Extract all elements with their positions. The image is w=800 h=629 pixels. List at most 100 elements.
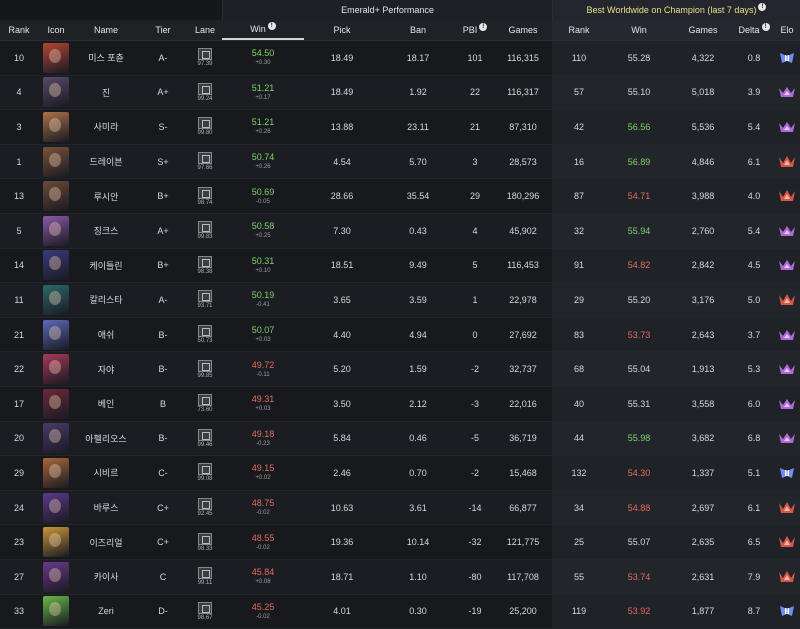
col-ww-win[interactable]: Win [606, 20, 672, 40]
col-ww-games[interactable]: Games [672, 20, 734, 40]
table-row[interactable]: 13루시안B+98.7450.69-0.0528.6635.5429180,29… [0, 179, 800, 214]
col-tier[interactable]: Tier [138, 20, 188, 40]
table-row[interactable]: 21애쉬B-50.7350.07+0.034.404.94027,6928353… [0, 318, 800, 353]
table-row[interactable]: 3사미라S-99.8051.21+0.2613.8823.112187,3104… [0, 110, 800, 145]
table-row[interactable]: 14케이틀린B+98.3850.31+0.1018.519.495116,453… [0, 249, 800, 284]
table-row[interactable]: 27카이사C99.1145.84+0.0818.711.10-80117,708… [0, 560, 800, 595]
elo-cell [774, 595, 800, 629]
table-row[interactable]: 1드레이븐S+97.6650.74+0.264.545.70328,573165… [0, 145, 800, 180]
champion-icon-cell[interactable] [38, 76, 74, 110]
champion-name-cell[interactable]: 시비르 [74, 456, 138, 490]
champion-name-cell[interactable]: 베인 [74, 387, 138, 421]
col-pbi[interactable]: PBI! [456, 20, 494, 40]
champion-icon-cell[interactable] [38, 560, 74, 594]
champion-name-cell[interactable]: 케이틀린 [74, 249, 138, 283]
champion-icon-cell[interactable] [38, 41, 74, 75]
champion-icon-cell[interactable] [38, 145, 74, 179]
champion-icon-cell[interactable] [38, 352, 74, 386]
ww-games-cell: 5,018 [672, 76, 734, 110]
table-row[interactable]: 4진A+99.2451.21+0.1718.491.9222116,317575… [0, 76, 800, 111]
champion-icon-cell[interactable] [38, 179, 74, 213]
champion-portrait-icon[interactable] [43, 458, 69, 488]
champion-name-cell[interactable]: 애쉬 [74, 318, 138, 352]
pick-cell: 18.49 [304, 76, 380, 110]
champion-portrait-icon[interactable] [43, 354, 69, 384]
champion-portrait-icon[interactable] [43, 527, 69, 557]
table-row[interactable]: 10미스 포츈A-97.3954.50+0.3018.4918.17101116… [0, 41, 800, 76]
win-cell: 50.69-0.05 [222, 179, 304, 213]
champion-icon-cell[interactable] [38, 422, 74, 456]
champion-name-cell[interactable]: 카이사 [74, 560, 138, 594]
champion-portrait-icon[interactable] [43, 77, 69, 107]
champion-name-cell[interactable]: 자야 [74, 352, 138, 386]
master-rank-icon [778, 224, 796, 238]
champion-portrait-icon[interactable] [43, 216, 69, 246]
champion-portrait-icon[interactable] [43, 250, 69, 280]
champion-name-cell[interactable]: 징크스 [74, 214, 138, 248]
champion-name-cell[interactable]: 사미라 [74, 110, 138, 144]
tier-cell: B- [138, 422, 188, 456]
pbi-cell: -2 [456, 456, 494, 490]
champion-icon-cell[interactable] [38, 318, 74, 352]
champion-portrait-icon[interactable] [43, 562, 69, 592]
table-row[interactable]: 23이즈리얼C+98.3348.55-0.0219.3610.14-32121,… [0, 525, 800, 560]
info-icon[interactable]: ! [479, 23, 487, 31]
champion-name-cell[interactable]: 아펠리오스 [74, 422, 138, 456]
champion-icon-cell[interactable] [38, 525, 74, 559]
champion-portrait-icon[interactable] [43, 43, 69, 73]
champion-icon-cell[interactable] [38, 595, 74, 629]
col-name[interactable]: Name [74, 20, 138, 40]
col-ww-rank[interactable]: Rank [552, 20, 606, 40]
champion-portrait-icon[interactable] [43, 389, 69, 419]
champion-icon-cell[interactable] [38, 387, 74, 421]
col-games[interactable]: Games [494, 20, 552, 40]
champion-icon-cell[interactable] [38, 249, 74, 283]
table-row[interactable]: 20아펠리오스B-99.4649.18-0.235.840.46-536,719… [0, 422, 800, 457]
table-row[interactable]: 22자야B-99.8549.72-0.115.201.59-232,737685… [0, 352, 800, 387]
table-row[interactable]: 29시비르C-99.0849.15+0.022.460.70-215,46813… [0, 456, 800, 491]
champion-icon-cell[interactable] [38, 456, 74, 490]
champion-portrait-icon[interactable] [43, 596, 69, 626]
table-row[interactable]: 17베인B73.6049.31+0.033.502.12-322,0164055… [0, 387, 800, 422]
elo-cell [774, 283, 800, 317]
champion-icon-cell[interactable] [38, 283, 74, 317]
champion-name-cell[interactable]: 미스 포츈 [74, 41, 138, 75]
pbi-cell: 101 [456, 41, 494, 75]
info-icon[interactable]: ! [268, 22, 276, 30]
champion-portrait-icon[interactable] [43, 147, 69, 177]
col-delta[interactable]: Delta! [734, 20, 774, 40]
table-row[interactable]: 33ZeriD-98.6745.25-0.024.010.30-1925,200… [0, 595, 800, 629]
info-icon[interactable]: ! [762, 23, 770, 31]
champion-name-cell[interactable]: Zeri [74, 595, 138, 629]
table-row[interactable]: 24바루스C+92.4548.75-0.0210.633.61-1466,877… [0, 491, 800, 526]
col-pick[interactable]: Pick [304, 20, 380, 40]
info-icon[interactable]: ! [758, 3, 766, 11]
table-row[interactable]: 5징크스A+99.8350.58+0.257.300.43445,9023255… [0, 214, 800, 249]
champion-name-cell[interactable]: 루시안 [74, 179, 138, 213]
ban-cell: 23.11 [380, 110, 456, 144]
col-rank[interactable]: Rank [0, 20, 38, 40]
col-win[interactable]: Win! [222, 20, 304, 40]
champion-name-cell[interactable]: 칼리스타 [74, 283, 138, 317]
champion-portrait-icon[interactable] [43, 112, 69, 142]
champion-name-cell[interactable]: 진 [74, 76, 138, 110]
champion-name-cell[interactable]: 드레이븐 [74, 145, 138, 179]
table-row[interactable]: 11칼리스타A-93.7150.19-0.413.653.59122,97829… [0, 283, 800, 318]
champion-portrait-icon[interactable] [43, 493, 69, 523]
col-ban[interactable]: Ban [380, 20, 456, 40]
delta-cell: 3.9 [734, 76, 774, 110]
champion-portrait-icon[interactable] [43, 285, 69, 315]
champion-icon-cell[interactable] [38, 214, 74, 248]
champion-portrait-icon[interactable] [43, 423, 69, 453]
tier-cell: B [138, 387, 188, 421]
champion-name-cell[interactable]: 이즈리얼 [74, 525, 138, 559]
champion-icon-cell[interactable] [38, 491, 74, 525]
col-elo[interactable]: Elo [774, 20, 800, 40]
games-cell: 22,016 [494, 387, 552, 421]
col-lane[interactable]: Lane [188, 20, 222, 40]
champion-name-cell[interactable]: 바루스 [74, 491, 138, 525]
lane-cell: 92.45 [188, 491, 222, 525]
champion-icon-cell[interactable] [38, 110, 74, 144]
champion-portrait-icon[interactable] [43, 181, 69, 211]
champion-portrait-icon[interactable] [43, 320, 69, 350]
